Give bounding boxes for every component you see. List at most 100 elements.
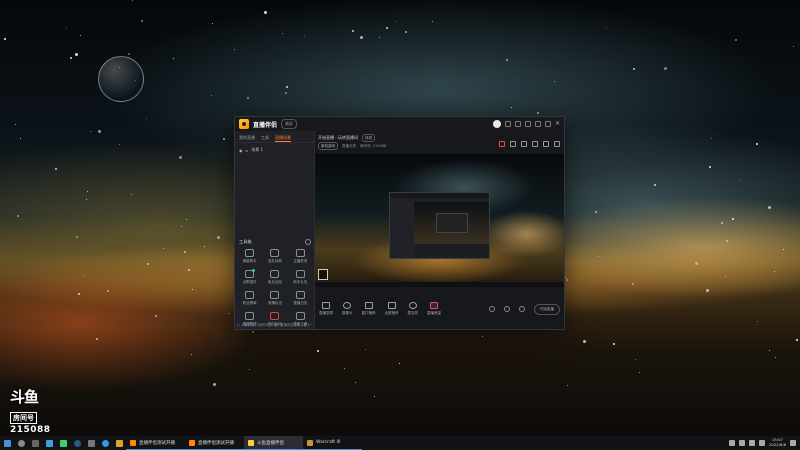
star [720, 221, 723, 224]
star [482, 336, 484, 338]
tool-label: 送礼特效 [267, 259, 282, 263]
window-app-icon [307, 439, 313, 446]
star [284, 92, 287, 95]
star [632, 68, 635, 71]
tool-item[interactable]: 直播日历 [288, 291, 313, 306]
control-camera[interactable]: 摄像头 [342, 302, 353, 316]
search-icon[interactable] [14, 436, 28, 450]
star [705, 288, 709, 292]
control-mic[interactable]: 麦克风 [408, 302, 418, 316]
streaming-app-window[interactable]: 直播伴侣 测试 ✕ 我的直播 工具 直播场景 ◉ ▫ 场景 1 工具箱 弹幕助手… [234, 116, 565, 330]
star [188, 268, 191, 271]
tray-chevron-icon[interactable] [728, 440, 735, 446]
volume-icon [430, 302, 438, 309]
tray-ime-icon[interactable] [758, 440, 765, 446]
taskbar-item-label: 斗鱼直播伴侣 [257, 440, 284, 446]
star [79, 35, 81, 37]
version-badge[interactable]: 测试 [281, 119, 297, 129]
star [213, 382, 217, 386]
edge-icon[interactable] [98, 436, 112, 450]
star [774, 357, 776, 359]
taskbar-clock[interactable]: 15:07 2022/6/8 [769, 438, 786, 447]
record-icon[interactable] [499, 141, 505, 147]
category-select[interactable]: 单机游戏 [318, 142, 338, 150]
app-icon-generic[interactable] [84, 436, 98, 450]
skin-icon[interactable] [504, 121, 511, 127]
notification-icon[interactable] [790, 440, 796, 446]
star [565, 279, 568, 282]
star [97, 130, 101, 134]
star [78, 292, 81, 295]
start-live-button[interactable]: 开始直播 [533, 303, 560, 315]
star [365, 348, 366, 350]
star [249, 369, 251, 371]
star [386, 26, 389, 29]
tool-item[interactable]: 鱼丸活动 [262, 270, 287, 285]
forward-icon[interactable] [554, 141, 560, 147]
minimize-button[interactable] [534, 121, 541, 127]
star [251, 331, 254, 334]
taskbar-window-item[interactable]: 直播伴侣测试开播 [126, 436, 185, 450]
tool-item[interactable]: 竞猜玩法 [262, 291, 287, 306]
tab-live-scene[interactable]: 直播场景 [275, 135, 291, 142]
star [83, 274, 85, 276]
scene-item[interactable]: ◉ ▫ 场景 1 [235, 143, 314, 157]
tool-item[interactable]: 送礼特效 [262, 249, 287, 264]
fullscreen-capture-icon [387, 302, 396, 309]
main-area: 开始直播 - 玩转直播间 修改 单机游戏 直播分类 房间号: 215088 直播… [315, 131, 564, 329]
tray-volume-icon[interactable] [748, 440, 755, 446]
tab-tools[interactable]: 工具 [261, 135, 269, 142]
control-fullscreen-capture[interactable]: 全屏捕获 [385, 302, 399, 316]
app-titlebar[interactable]: 直播伴侣 测试 ✕ [235, 117, 564, 131]
task-icon [295, 249, 305, 257]
tool-item[interactable]: 主播任务 [288, 249, 313, 264]
taskbar-window-item[interactable]: Warcraft III [303, 436, 362, 450]
notice-bar[interactable]: ◎ 斗鱼公告 | 如何开启开播 | 直播伴侣攻略 | 看上一直播 [237, 322, 313, 327]
tool-label: 新手礼包 [293, 280, 308, 284]
control-screen-record[interactable]: 直播录屏 [319, 302, 333, 316]
task-view-icon[interactable] [28, 436, 42, 450]
douyu-watermark: 斗鱼 房间号 215088 [10, 390, 56, 435]
settings-icon[interactable] [514, 121, 521, 127]
scene-label: 场景 1 [251, 147, 264, 152]
tool-app-icon[interactable] [42, 436, 56, 450]
room-stats: 房间号: 215088 [360, 143, 387, 148]
close-button[interactable]: ✕ [555, 121, 560, 127]
lock-icon[interactable]: ▫ [246, 148, 249, 153]
douyu-room-label: 房间号 [10, 412, 37, 424]
package-icon [295, 270, 305, 278]
steam-icon[interactable] [70, 436, 84, 450]
tab-my-live[interactable]: 我的直播 [239, 135, 255, 142]
share-icon[interactable] [510, 141, 516, 147]
star [708, 166, 711, 169]
category-label: 直播分类 [342, 143, 356, 148]
tray-network-icon[interactable] [738, 440, 745, 446]
audio-settings-icon[interactable] [488, 306, 495, 312]
tool-item[interactable]: 新手礼包 [288, 270, 313, 285]
star [405, 31, 408, 34]
taskbar-window-item[interactable]: 斗鱼直播伴侣 [244, 436, 303, 450]
taskbar-window-item[interactable]: 直播伴侣测试开播 [185, 436, 244, 450]
start-button[interactable] [0, 436, 14, 450]
tool-item[interactable]: 粉丝榜单 [237, 291, 262, 306]
message-icon[interactable] [524, 121, 531, 127]
layout-icon[interactable] [532, 141, 538, 147]
chat-icon[interactable] [543, 141, 549, 147]
maximize-button[interactable] [544, 121, 551, 127]
music-icon [245, 269, 256, 278]
control-window-capture[interactable]: 窗口捕获 [362, 302, 376, 316]
settings-ring-icon[interactable] [518, 306, 525, 312]
refresh-icon[interactable] [305, 239, 311, 245]
user-avatar[interactable] [492, 120, 501, 128]
tool-item[interactable]: 弹幕助手 [237, 249, 262, 264]
star [211, 94, 213, 96]
tool-item[interactable]: 点歌插件 [237, 269, 262, 285]
stream-preview[interactable] [315, 154, 564, 287]
volume-ring-icon[interactable] [503, 306, 510, 312]
eye-icon[interactable]: ◉ [239, 148, 243, 153]
edit-title-button[interactable]: 修改 [362, 134, 376, 142]
store-app-icon[interactable] [56, 436, 70, 450]
lock-room-icon[interactable] [521, 141, 527, 147]
player-icon[interactable] [112, 436, 126, 450]
control-volume[interactable]: 直播音量 [427, 302, 441, 316]
